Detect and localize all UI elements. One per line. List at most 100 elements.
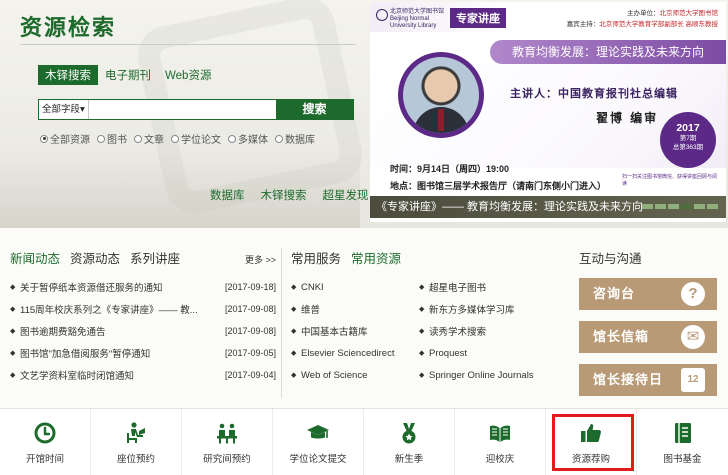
news-title: 文艺学资料室临时闭馆通知 — [20, 371, 135, 382]
issue-badge: 2017 第7期 总第363期 — [660, 112, 716, 168]
freshman-season-button[interactable]: 新生季 — [364, 409, 455, 475]
search-input[interactable] — [89, 100, 276, 119]
resource-recommendation-button[interactable]: 资源荐购 — [546, 409, 637, 475]
resource-link-sciencedirect[interactable]: ◆ Elsevier Sciencedirect — [291, 342, 419, 364]
hero-section: 资源检索 木铎搜索 电子期刊 Web资源 全部字段▾ 搜索 全部资源 图书 文章… — [0, 0, 728, 228]
field-select[interactable]: 全部字段▾ — [39, 100, 89, 119]
link-chaoxing-discovery[interactable]: 超星发现 — [323, 187, 369, 203]
news-date: [2017-09-04] — [224, 370, 276, 380]
resource-links: ◆ CNKI ◆ 超星电子图书 ◆ 维普 ◆ 新东方多媒体学习库 ◆ 中国基本古籍库 ◆ 读… — [291, 276, 555, 386]
seat-reading-icon — [127, 422, 145, 443]
resource-label: 维普 — [301, 305, 321, 316]
bullet-icon: ◆ — [291, 328, 297, 335]
news-item[interactable]: ◆ 关于暂停纸本资源借还服务的通知 [2017-09-18] — [10, 276, 276, 298]
slide-dot[interactable] — [707, 204, 718, 209]
quick-service-items: 开馆时间 座位预约 研究间预约 学位论文提交 新生季 迎校庆 资源荐购 图书基金 — [0, 409, 728, 475]
resource-link-vip[interactable]: ◆ 维普 — [291, 298, 419, 320]
tab-e-journals[interactable]: 电子期刊 — [98, 65, 158, 85]
lecture-time: 时间：9月14日（周四）19:00 — [390, 164, 510, 174]
news-date: [2017-09-05] — [224, 348, 276, 358]
bullet-icon: ◆ — [419, 350, 425, 357]
resource-link-duxiu[interactable]: ◆ 读秀学术搜索 — [419, 320, 555, 342]
slide-dot[interactable] — [655, 204, 666, 209]
bullet-icon: ◆ — [10, 306, 16, 313]
resource-label: Elsevier Sciencedirect — [301, 347, 395, 359]
tab-web-resources[interactable]: Web资源 — [158, 65, 218, 85]
lecture-banner[interactable]: 北京师范大学图书馆 Beijing Normal University Libr… — [370, 2, 726, 222]
resource-link-web-of-science[interactable]: ◆ Web of Science — [291, 364, 419, 386]
resource-link-chaoxing[interactable]: ◆ 超星电子图书 — [419, 276, 555, 298]
resource-label: 新东方多媒体学习库 — [429, 305, 515, 316]
speaker-name: 翟博 编审 — [596, 111, 659, 125]
seat-reservation-button[interactable]: 座位预约 — [91, 409, 182, 475]
tab-muduo-search[interactable]: 木铎搜索 — [38, 65, 98, 85]
resource-link-ancient-books[interactable]: ◆ 中国基本古籍库 — [291, 320, 419, 342]
resource-label: 读秀学术搜索 — [429, 327, 487, 338]
resource-link-new-oriental[interactable]: ◆ 新东方多媒体学习库 — [419, 298, 555, 320]
radio-books[interactable]: 图书 — [97, 131, 127, 146]
book-fund-button[interactable]: 图书基金 — [637, 409, 728, 475]
news-title: 115周年校庆系列之《专家讲座》—— 教... — [20, 305, 198, 316]
radio-all-resources[interactable]: 全部资源 — [40, 131, 90, 146]
more-link[interactable]: 更多 >> — [245, 253, 276, 266]
resource-link-springer[interactable]: ◆ Springer Online Journals — [419, 364, 555, 386]
resource-tabs: 常用服务 常用资源 — [291, 248, 555, 267]
radio-multimedia[interactable]: 多媒体 — [228, 131, 268, 146]
news-item[interactable]: ◆ 图书馆"加急借阅服务"暂停通知 [2017-09-05] — [10, 342, 276, 364]
service-label: 开馆时间 — [25, 454, 64, 465]
radio-articles[interactable]: 文章 — [134, 131, 164, 146]
link-database[interactable]: 数据库 — [210, 187, 245, 203]
library-logo: 北京师范大学图书馆 Beijing Normal University Libr… — [376, 9, 448, 29]
tab-news[interactable]: 新闻动态 — [10, 248, 60, 267]
news-column: 新闻动态 资源动态 系列讲座 更多 >> ◆ 关于暂停纸本资源借还服务的通知 [20… — [10, 248, 276, 386]
slide-dot-active[interactable] — [681, 204, 692, 209]
director-mailbox-button[interactable]: 馆长信箱 ✉ — [579, 321, 717, 353]
news-item[interactable]: ◆ 文艺学资料室临时闭馆通知 [2017-09-04] — [10, 364, 276, 386]
news-item[interactable]: ◆ 115周年校庆系列之《专家讲座》—— 教... [2017-09-08] — [10, 298, 276, 320]
open-book-icon — [490, 425, 510, 442]
news-list: ◆ 关于暂停纸本资源借还服务的通知 [2017-09-18] ◆ 115周年校庆系列之… — [10, 276, 276, 386]
search-button[interactable]: 搜索 — [276, 100, 353, 119]
thumbs-up-icon — [581, 424, 601, 442]
slide-dot[interactable] — [668, 204, 679, 209]
tab-lecture-series[interactable]: 系列讲座 — [130, 248, 180, 267]
resource-link-cnki[interactable]: ◆ CNKI — [291, 276, 419, 298]
consultation-desk-button[interactable]: 咨询台 ? — [579, 278, 717, 310]
medal-icon — [402, 423, 416, 444]
bullet-icon: ◆ — [291, 306, 297, 313]
resource-label: Springer Online Journals — [429, 369, 534, 381]
bookshelf-icon — [674, 423, 691, 443]
organizer-label: 主办单位： — [627, 10, 660, 17]
resource-label: 中国基本古籍库 — [301, 327, 368, 338]
thesis-submission-button[interactable]: 学位论文提交 — [273, 409, 364, 475]
title-divider — [20, 44, 356, 45]
bullet-icon: ◆ — [291, 372, 297, 379]
slide-indicators — [642, 204, 718, 209]
bullet-icon: ◆ — [419, 306, 425, 313]
radio-databases[interactable]: 数据库 — [275, 131, 315, 146]
tab-resource-news[interactable]: 资源动态 — [70, 248, 120, 267]
tab-common-resources[interactable]: 常用资源 — [351, 248, 401, 267]
anniversary-button[interactable]: 迎校庆 — [455, 409, 546, 475]
slide-dot[interactable] — [642, 204, 653, 209]
tab-common-services[interactable]: 常用服务 — [291, 248, 341, 267]
quick-links: 数据库 木铎搜索 超星发现 — [210, 187, 369, 203]
link-muduo-search[interactable]: 木铎搜索 — [261, 187, 307, 203]
button-label: 馆长信箱 — [593, 329, 650, 344]
question-icon: ? — [681, 282, 705, 306]
opening-hours-button[interactable]: 开馆时间 — [0, 409, 91, 475]
news-item[interactable]: ◆ 图书逾期费豁免通告 [2017-09-08] — [10, 320, 276, 342]
study-room-reservation-button[interactable]: 研究间预约 — [182, 409, 273, 475]
slide-dot[interactable] — [694, 204, 705, 209]
news-title: 关于暂停纸本资源借还服务的通知 — [20, 283, 163, 294]
issue-year: 2017 — [676, 122, 700, 134]
service-label: 资源荐购 — [571, 454, 610, 465]
bullet-icon: ◆ — [10, 328, 16, 335]
graduation-cap-icon — [307, 425, 329, 439]
qr-note: 扫一扫关注图书馆微信、获得讲座回顾与阅读 — [622, 174, 718, 187]
director-reception-day-button[interactable]: 馆长接待日 12 — [579, 364, 717, 396]
radio-selected-icon — [40, 134, 48, 143]
resource-link-proquest[interactable]: ◆ Proquest — [419, 342, 555, 364]
search-box: 全部字段▾ 搜索 — [38, 99, 354, 120]
radio-theses[interactable]: 学位论文 — [171, 131, 221, 146]
